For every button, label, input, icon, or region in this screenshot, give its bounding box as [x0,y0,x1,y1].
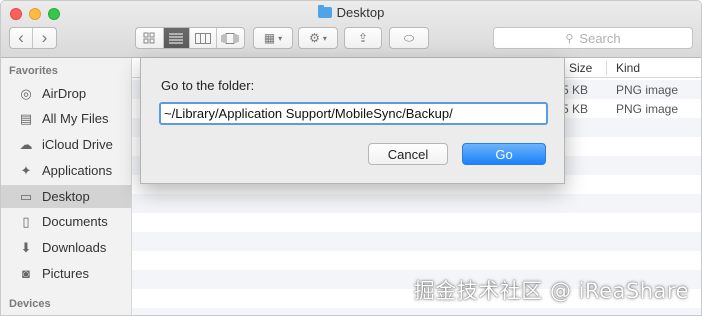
sidebar-item-applications[interactable]: ✦ Applications [1,159,131,182]
icon-view-button[interactable] [136,28,164,48]
sidebar: Favorites ◎ AirDrop ▤ All My Files ☁ iCloud… [1,58,132,315]
arrange-icon: ▦ [263,31,276,45]
airdrop-icon: ◎ [20,85,32,101]
toolbar: Desktop ‹ › ▦ ▾ ⚙ ▾ ⇪ ⬭ ⚲ Search [1,1,701,58]
dialog-label: Go to the folder: [161,78,255,93]
empty-row [132,194,701,213]
back-button[interactable]: ‹ [10,28,33,48]
empty-row [132,251,701,270]
sidebar-item-all-my-files[interactable]: ▤ All My Files [1,107,131,130]
empty-row [132,308,701,315]
empty-row [132,232,701,251]
sidebar-item-documents[interactable]: ▯ Documents [1,210,131,233]
chevron-right-icon: › [41,28,48,47]
sidebar-item-label: Applications [42,163,113,178]
sidebar-item-icloud-drive[interactable]: ☁ iCloud Drive [1,133,131,156]
share-button[interactable]: ⇪ [344,27,382,49]
search-icon: ⚲ [565,32,574,45]
icon-view-icon [143,32,155,44]
action-button[interactable]: ⚙ ▾ [298,27,338,49]
folder-path-input[interactable] [159,102,548,125]
forward-button[interactable]: › [33,28,56,48]
column-header-kind[interactable]: Kind [616,61,640,75]
sidebar-item-label: Documents [42,214,108,229]
sidebar-item-label: Pictures [42,266,89,281]
column-header-size[interactable]: Size [569,61,592,75]
window-title: Desktop [1,5,701,20]
list-view-icon [169,33,184,43]
cover-flow-button[interactable] [217,28,244,48]
cancel-button[interactable]: Cancel [368,143,448,165]
sidebar-item-pictures[interactable]: ◙ Pictures [1,262,131,285]
chevron-down-icon: ▾ [322,33,327,43]
column-view-icon [194,32,211,44]
go-to-folder-dialog: Go to the folder: Cancel Go [140,58,565,184]
sidebar-item-label: AirDrop [42,86,87,101]
sidebar-item-airdrop[interactable]: ◎ AirDrop [1,82,131,105]
share-icon: ⇪ [357,31,369,45]
chevron-down-icon: ▾ [278,33,283,43]
chevron-left-icon: ‹ [18,28,24,47]
sidebar-item-label: Desktop [42,189,90,204]
row-kind: PNG image [616,83,679,97]
arrange-button[interactable]: ▦ ▾ [253,27,293,49]
watermark: 掘金技术社区 @ iReaShare [413,279,689,303]
gear-icon: ⚙ [309,31,320,45]
documents-icon: ▯ [22,213,30,229]
finder-window: Desktop ‹ › ▦ ▾ ⚙ ▾ ⇪ ⬭ ⚲ Search Favorit… [0,0,702,316]
list-view-button[interactable] [163,28,191,48]
devices-heading: Devices [9,298,51,310]
favorites-heading: Favorites [9,65,58,77]
view-mode-segment [135,27,245,49]
column-separator[interactable] [606,61,607,75]
downloads-icon: ⬇ [20,239,32,255]
nav-buttons: ‹ › [9,27,57,49]
search-placeholder: Search [579,30,621,46]
row-size: 5 KB [562,83,589,97]
sidebar-item-label: All My Files [42,111,109,126]
sidebar-item-label: Downloads [42,240,107,255]
folder-icon [317,5,332,18]
sidebar-item-label: iCloud Drive [42,137,113,152]
cover-flow-icon [221,32,239,44]
column-view-button[interactable] [190,28,217,48]
all-files-icon: ▤ [19,110,33,126]
sidebar-item-desktop[interactable]: ▭ Desktop [1,185,131,208]
tag-button[interactable]: ⬭ [389,27,429,49]
applications-icon: ✦ [20,162,32,178]
pictures-icon: ◙ [22,266,30,281]
empty-row [132,213,701,232]
row-size: 5 KB [562,102,589,116]
row-kind: PNG image [616,102,679,116]
cloud-icon: ☁ [19,136,33,152]
go-button[interactable]: Go [462,143,546,165]
sidebar-item-downloads[interactable]: ⬇ Downloads [1,236,131,259]
tag-icon: ⬭ [403,30,415,45]
search-field[interactable]: ⚲ Search [493,27,693,49]
window-title-text: Desktop [336,5,385,20]
desktop-icon: ▭ [19,188,33,204]
